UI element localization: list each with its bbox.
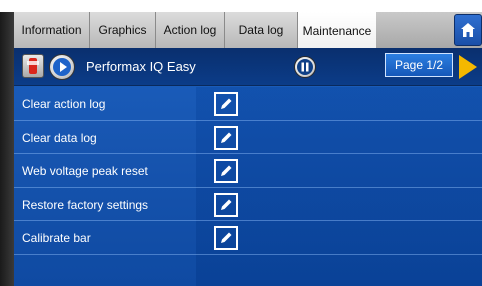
row-label: Clear data log — [22, 130, 97, 145]
list-item: Web voltage peak reset — [14, 154, 482, 188]
list-item: Clear action log — [14, 87, 482, 121]
home-button[interactable] — [454, 14, 482, 46]
list-item: Calibrate bar — [14, 221, 482, 255]
tab-maintenance[interactable]: Maintenance — [298, 12, 376, 50]
row-label: Web voltage peak reset — [22, 164, 148, 178]
edit-icon — [221, 98, 232, 109]
tab-data-log[interactable]: Data log — [225, 12, 298, 48]
list-item: Restore factory settings — [14, 188, 482, 221]
edit-icon — [221, 132, 232, 143]
pause-icon[interactable] — [294, 56, 316, 78]
left-border — [0, 12, 14, 286]
app-icon[interactable] — [22, 54, 44, 78]
play-icon[interactable] — [49, 54, 75, 80]
row-label: Calibrate bar — [22, 231, 91, 245]
page-indicator-button[interactable]: Page 1/2 — [385, 53, 453, 77]
row-label: Restore factory settings — [22, 197, 149, 212]
tab-graphics[interactable]: Graphics — [90, 12, 156, 48]
edit-button[interactable] — [214, 192, 238, 217]
tab-information[interactable]: Information — [14, 12, 90, 48]
tab-action-log[interactable]: Action log — [156, 12, 225, 48]
device-icon — [27, 58, 39, 74]
edit-icon — [221, 232, 232, 243]
home-icon — [461, 23, 475, 37]
edit-button[interactable] — [214, 125, 238, 150]
tab-bar: Information Graphics Action log Data log… — [14, 12, 482, 50]
app-title: Performax IQ Easy — [86, 59, 196, 74]
app-window: Information Graphics Action log Data log… — [0, 0, 482, 286]
edit-icon — [221, 199, 232, 210]
maintenance-list: Clear action log Clear data log Web volt… — [14, 87, 482, 255]
edit-button[interactable] — [214, 92, 238, 116]
row-label: Clear action log — [22, 97, 106, 111]
edit-button[interactable] — [214, 226, 238, 250]
edit-icon — [221, 165, 232, 176]
list-item: Clear data log — [14, 121, 482, 154]
edit-button[interactable] — [214, 159, 238, 183]
header-bar: Performax IQ Easy Page 1/2 — [14, 48, 482, 86]
next-arrow-icon[interactable] — [459, 55, 477, 79]
maintenance-panel: Performax IQ Easy Page 1/2 Clear action … — [14, 48, 482, 286]
